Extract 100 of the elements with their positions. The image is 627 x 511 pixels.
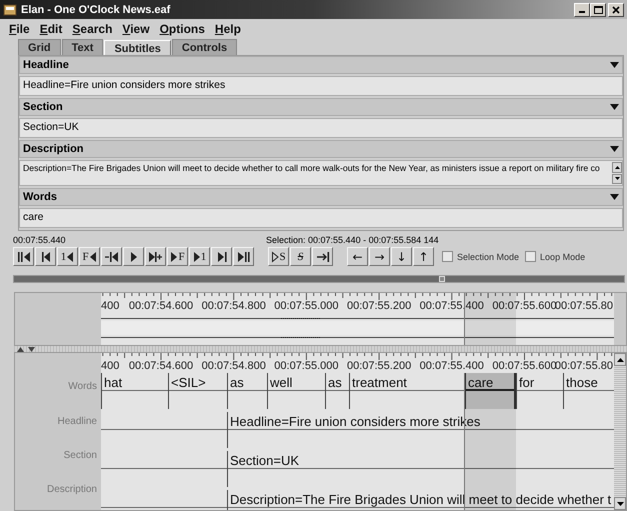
minimize-button[interactable] xyxy=(574,2,590,16)
scrollbar-area xyxy=(614,293,626,345)
dropdown-arrow-icon[interactable] xyxy=(610,104,619,110)
menu-item[interactable]: Search xyxy=(67,22,118,36)
annotation[interactable]: as xyxy=(325,373,349,409)
up-arrow-icon xyxy=(616,358,624,362)
step-back-icon xyxy=(104,250,118,262)
annotation-text: Description=The Fire Brigades Union will meet to decide whether to call more walk-outs for the New Year, as ministers issue a report on military fire co xyxy=(23,162,601,174)
checkbox-label: Loop Mode xyxy=(540,252,586,262)
play-selection-button[interactable]: S xyxy=(268,247,289,266)
minimize-icon xyxy=(579,11,585,13)
scroll-down-button[interactable] xyxy=(612,174,622,184)
outline-triangle-icon xyxy=(271,250,280,262)
time-label: 00:07:55.400 xyxy=(420,360,484,372)
time-label: 400 xyxy=(101,360,120,372)
time-label: 00:07:55.200 xyxy=(346,300,412,312)
scroll-up-button[interactable] xyxy=(612,162,622,172)
step-forward-button[interactable]: 1 xyxy=(189,247,210,266)
tier-name: Headline xyxy=(23,59,70,71)
tier-label: Words xyxy=(68,381,97,392)
menu-item[interactable]: Options xyxy=(154,22,210,36)
time-label: 00:07:55.000 xyxy=(274,360,339,372)
arrow-button[interactable]: → xyxy=(369,247,390,266)
tier-label: Section xyxy=(64,450,97,461)
dropdown-arrow-icon[interactable] xyxy=(610,194,619,200)
checkbox[interactable] xyxy=(525,251,536,262)
menu-item[interactable]: Edit xyxy=(34,22,68,36)
slider-thumb[interactable] xyxy=(439,276,445,282)
checkbox-label: Selection Mode xyxy=(457,252,520,262)
pixel-back-button[interactable] xyxy=(101,247,122,266)
up-arrow-icon[interactable] xyxy=(17,346,24,352)
tier-label: Headline xyxy=(58,416,97,426)
close-button[interactable] xyxy=(608,2,624,16)
annotation[interactable]: for xyxy=(516,373,563,409)
left-triangle-icon xyxy=(88,250,97,262)
clear-selection-button[interactable]: S xyxy=(290,247,311,266)
time-label: 00:07:55.80 xyxy=(554,300,613,312)
previous-boundary-button[interactable] xyxy=(35,247,56,266)
arrow-button[interactable]: ↓ xyxy=(391,247,412,266)
down-arrow-icon[interactable] xyxy=(28,346,35,352)
tab[interactable]: Text xyxy=(62,39,104,55)
menu-item[interactable]: File xyxy=(4,22,35,36)
step-back-button[interactable]: 1 xyxy=(57,247,78,266)
app-icon xyxy=(3,2,17,16)
step-forward-icon xyxy=(148,250,162,262)
time-label: 00:07:55.80 xyxy=(554,360,613,372)
annotation[interactable]: hat xyxy=(101,373,168,409)
vertical-scrollbar[interactable] xyxy=(614,353,626,510)
selection-end-button[interactable] xyxy=(312,247,333,266)
close-icon xyxy=(612,6,620,14)
down-arrow-icon xyxy=(616,502,624,506)
checkbox[interactable] xyxy=(442,251,453,262)
annotation-field[interactable]: Section=UK xyxy=(19,118,623,138)
annotation-field[interactable]: care xyxy=(19,208,623,228)
tab[interactable]: Grid xyxy=(18,39,61,55)
dropdown-arrow-icon[interactable] xyxy=(610,62,619,68)
tab[interactable]: Subtitles xyxy=(104,40,171,55)
annotation[interactable]: well xyxy=(267,373,325,409)
annotation[interactable]: as xyxy=(227,373,267,409)
time-label: 400 xyxy=(101,300,120,312)
tier-name: Description xyxy=(23,143,85,155)
time-label: 00:07:54.800 xyxy=(202,360,266,372)
play-button[interactable] xyxy=(123,247,144,266)
annotation-field[interactable]: Description=The Fire Brigades Union will meet to decide whether to call more walk-outs for the New Year, as ministers issue a report on military fire co xyxy=(19,160,623,186)
annotation-field[interactable]: Headline=Fire union considers more strikes xyxy=(19,76,623,96)
time-label: 00:07:55.000 xyxy=(274,300,339,312)
maximize-button[interactable] xyxy=(590,2,606,16)
next-boundary-button[interactable] xyxy=(211,247,232,266)
time-label: 00:07:54.800 xyxy=(202,300,266,312)
arrow-button[interactable]: ↑ xyxy=(413,247,434,266)
menu-item[interactable]: Help xyxy=(210,22,246,36)
dropdown-arrow-icon[interactable] xyxy=(610,146,619,152)
right-triangle-icon xyxy=(192,250,201,262)
timeline-slider[interactable] xyxy=(13,275,625,283)
play-icon xyxy=(130,250,138,262)
time-label: 00:07:55.600 xyxy=(492,360,557,372)
scroll-down-button[interactable] xyxy=(614,497,626,510)
to-end-button[interactable] xyxy=(233,247,254,266)
skip-to-end-icon xyxy=(236,250,250,262)
skip-to-start-icon xyxy=(16,250,30,262)
time-label: 00:07:54.600 xyxy=(128,300,194,312)
scroll-up-button[interactable] xyxy=(614,353,626,366)
tier-name: Words xyxy=(23,191,58,203)
arrow-button[interactable]: ← xyxy=(347,247,368,266)
tier-label: Description xyxy=(46,484,97,495)
frame-back-button[interactable]: F xyxy=(79,247,100,266)
play-step-button[interactable] xyxy=(145,247,166,266)
previous-boundary-icon xyxy=(40,250,50,262)
to-begin-button[interactable] xyxy=(13,247,34,266)
frame-forward-button[interactable]: F xyxy=(167,247,188,266)
annotation[interactable]: care xyxy=(464,373,516,409)
tier-name: Section xyxy=(23,101,64,113)
time-label: 00:07:54.600 xyxy=(128,360,194,372)
time-label: 00:07:55.600 xyxy=(492,300,557,312)
annotation[interactable]: <SIL> xyxy=(168,373,227,409)
current-time: 00:07:55.440 xyxy=(13,235,67,245)
menu-item[interactable]: View xyxy=(117,22,155,36)
maximize-icon xyxy=(594,6,602,14)
up-arrow-icon xyxy=(614,166,620,169)
tab[interactable]: Controls xyxy=(172,39,238,55)
